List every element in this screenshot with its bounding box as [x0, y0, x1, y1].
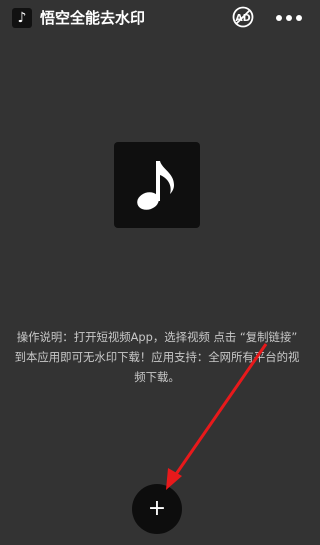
dot-icon	[276, 15, 282, 21]
app-logo-icon: ♪	[12, 8, 32, 28]
dot-icon	[296, 15, 302, 21]
add-button[interactable]: +	[132, 484, 182, 534]
music-note-glyph-icon	[137, 161, 174, 210]
no-ads-icon[interactable]: AD	[232, 6, 254, 28]
music-note-icon	[114, 142, 200, 228]
dot-icon	[286, 15, 292, 21]
title-bar: ♪ 悟空全能去水印 AD	[0, 0, 314, 36]
red-arrow-annotation	[166, 343, 268, 490]
app-title: 悟空全能去水印	[40, 9, 146, 27]
instructions-text: 操作说明：打开短视频App，选择视频 点击 “复制链接” 到本应用即可无水印下载…	[14, 330, 300, 384]
more-dots-icon[interactable]	[276, 14, 306, 22]
